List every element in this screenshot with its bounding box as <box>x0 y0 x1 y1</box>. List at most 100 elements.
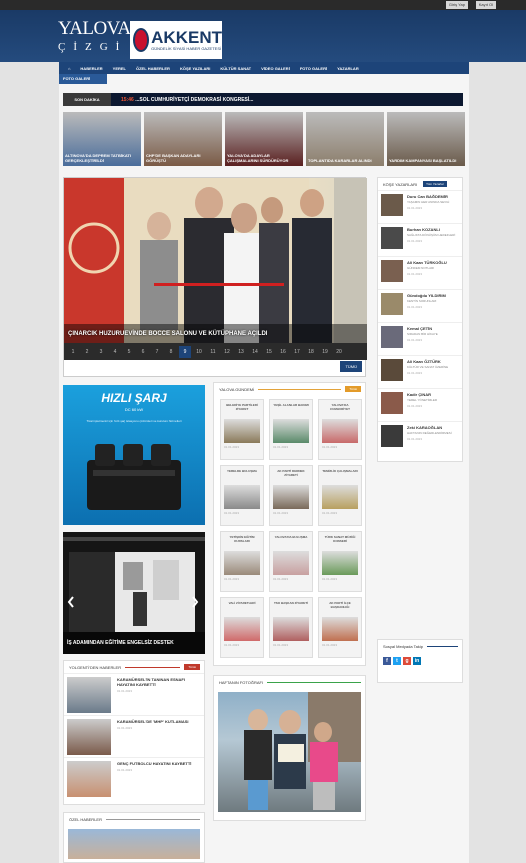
news-header: YOLGENTİ'DEN HABERLER Tümü <box>64 661 204 673</box>
gallery-card[interactable]: AK PARTİ DERNEK ZİYARETİ 01.01.2023 <box>269 465 313 526</box>
columnist-article-title: YAŞAMIN HER ANINDA SEVGİ <box>407 200 450 204</box>
gallery-card[interactable]: YERELDE BULUŞMA 01.01.2023 <box>220 465 264 526</box>
gallery-card-image <box>224 419 260 443</box>
columnist-row[interactable]: Gündoğdu YILDIRIM KENTİN SORUNLARI 01.01.2… <box>378 289 462 322</box>
nav-item-5[interactable]: KÜLTÜR SANAT <box>215 66 256 71</box>
columnist-row[interactable]: Ali Kaan ÖZTÜRK KÜLTÜR VE SANAT ÜZERİNE 01… <box>378 355 462 388</box>
slider-page-15[interactable]: 15 <box>263 346 275 358</box>
social-title: Sosyal Medyada Takip <box>383 643 423 649</box>
gallery-card-title: AK PARTİ DERNEK ZİYARETİ <box>277 469 305 477</box>
headline-card[interactable]: YARDIM KAMPANYASI BAŞLATILDI <box>387 112 465 166</box>
news-row[interactable]: KARAMÜRSEL'İN TANINAN ESNAFI HAYATINI KA… <box>64 673 204 715</box>
news-title: YOLGENTİ'DEN HABERLER <box>69 664 122 670</box>
nav-item-7[interactable]: FOTO GALERİ <box>295 66 332 71</box>
gallery-card[interactable]: TEMİZLİK ÇALIŞMALARI 01.01.2023 <box>318 465 362 526</box>
twitter-icon[interactable]: t <box>393 657 401 665</box>
yalova-cizgi-logo[interactable]: YALOVA ÇİZGİ <box>58 18 131 58</box>
slider-page-6[interactable]: 6 <box>137 346 149 358</box>
google-plus-icon[interactable]: g <box>403 657 411 665</box>
slider-page-2[interactable]: 2 <box>81 346 93 358</box>
ad-description: Ticari işletmeniz için hızlı şarj istasy… <box>86 419 182 423</box>
columnist-row[interactable]: Zeki KARAOĞLAN HAFTANIN DEĞERLENDİRMESİ 01… <box>378 421 462 454</box>
slider-page-10[interactable]: 10 <box>193 346 205 358</box>
slider-pager: 1 2 3 4 5 6 7 8 9 10 11 12 13 14 15 16 17 18 19 20 <box>64 343 367 360</box>
nav-item-3[interactable]: ÖZEL HABERLER <box>131 66 175 71</box>
columnist-row[interactable]: Burhan KOZANLI SAĞLIKTA DÖNÜŞÜM HEDEFLERİ… <box>378 223 462 256</box>
columnist-row[interactable]: Kemal ÇETİN SIRADAN BİR HİKAYE 01.01.2023 <box>378 322 462 355</box>
all-columnists-tab[interactable]: Tüm Yazarlar <box>423 181 447 187</box>
gallery-card[interactable]: VALİ ZİYARETLERİ 01.01.2023 <box>220 597 264 658</box>
linkedin-icon[interactable]: in <box>413 657 421 665</box>
photo-of-week-image[interactable] <box>218 692 361 812</box>
gallery-card[interactable]: YEŞİL ALANLAR BAKIMI 01.01.2023 <box>269 399 313 460</box>
columnist-text: Ali Kaan ÖZTÜRK KÜLTÜR VE SANAT ÜZERİNE 01… <box>407 359 448 385</box>
gallery-all-tag[interactable]: Tümü <box>345 386 361 392</box>
columnist-date: 01.01.2023 <box>407 239 423 243</box>
video-thumbnail <box>63 537 205 654</box>
nav-item-0[interactable]: ⌂ <box>63 66 75 71</box>
news-row[interactable]: KARAMÜRSEL'DE 'MHP' KUTLAMASI 01.01.2023 <box>64 715 204 757</box>
gallery-card[interactable]: YETİŞKİN EĞİTİM KURSLARI 01.01.2023 <box>220 531 264 592</box>
news-header-bar <box>125 666 181 668</box>
slider-page-4[interactable]: 4 <box>109 346 121 358</box>
gallery-card[interactable]: TSO BAŞKAN ZİYARETİ 01.01.2023 <box>269 597 313 658</box>
columnist-row[interactable]: Kadir ÇINAR YEREL YÖNETİMLER 01.01.2023 <box>378 388 462 421</box>
columnist-name: Zeki KARAOĞLAN <box>407 425 443 430</box>
gallery-card[interactable]: AK PARTİ İLÇE BAŞKANLIĞI 01.01.2023 <box>318 597 362 658</box>
headline-card[interactable]: CHP'DE BAŞKAN ADAYLARI GÖRÜŞTÜ <box>144 112 222 166</box>
slider-page-18[interactable]: 18 <box>305 346 317 358</box>
headline-caption: TOPLANTIDA KARARLAR ALINDI <box>308 158 372 163</box>
slider-page-16[interactable]: 16 <box>277 346 289 358</box>
nav-item-4[interactable]: KÖŞE YAZILARI <box>175 66 215 71</box>
gallery-card-date: 01.01.2023 <box>224 643 240 647</box>
gallery-card[interactable]: TÜRK SANAT MÜZİĞİ KONSERİ 01.01.2023 <box>318 531 362 592</box>
slider-image[interactable] <box>64 178 367 343</box>
slider-page-7[interactable]: 7 <box>151 346 163 358</box>
news-headline: GENÇ FUTBOLCU HAYATINI KAYBETTİ <box>117 761 192 766</box>
gallery-card-title: YETİŞKİN EĞİTİM KURSLARI <box>229 535 255 543</box>
nav-item-1[interactable]: HABERLER <box>75 66 107 71</box>
video-gallery[interactable]: İŞ ADAMINDAN EĞİTİME ENGELSİZ DESTEK <box>63 532 205 654</box>
nav-item-2[interactable]: YEREL <box>108 66 131 71</box>
slider-page-5[interactable]: 5 <box>123 346 135 358</box>
slider-page-19[interactable]: 19 <box>319 346 331 358</box>
akkent-logo[interactable]: AKKENT GÜNDELİK SİYASİ HABER GAZETESİ <box>130 21 222 59</box>
advertisement-banner[interactable]: HIZLI ŞARJ DC 60 kW Ticari işletmeniz iç… <box>63 385 205 525</box>
gallery-card[interactable]: BELEDİYE PARTİLERİ ZİYARET 01.01.2023 <box>220 399 264 460</box>
nav-photo-gallery[interactable]: FOTO GALERİ <box>59 74 107 84</box>
gallery-card[interactable]: YALOVA'DA BULUŞMA 01.01.2023 <box>269 531 313 592</box>
register-link[interactable]: Kayıt Ol <box>475 1 496 9</box>
news-row[interactable]: GENÇ FUTBOLCU HAYATINI KAYBETTİ 01.01.202… <box>64 757 204 799</box>
news-text: GENÇ FUTBOLCU HAYATINI KAYBETTİ 01.01.202… <box>111 761 191 796</box>
slider-page-20[interactable]: 20 <box>333 346 345 358</box>
slider-page-14[interactable]: 14 <box>249 346 261 358</box>
slider-page-17[interactable]: 17 <box>291 346 303 358</box>
facebook-icon[interactable]: f <box>383 657 391 665</box>
login-link[interactable]: Giriş Yap <box>445 1 468 9</box>
headline-card[interactable]: YALOVA'DA ADAYLAR ÇALIŞMALARINI SÜRDÜRÜY… <box>225 112 303 166</box>
slider-page-13[interactable]: 13 <box>235 346 247 358</box>
headline-card[interactable]: ALTINOVA'DA DEPREM TATBİKATI GERÇEKLEŞTİ… <box>63 112 141 166</box>
columnist-avatar <box>381 194 403 216</box>
slider-page-12[interactable]: 12 <box>221 346 233 358</box>
slider-caption[interactable]: ÇINARCIK HUZURUEVİNDE BOCCE SALONU VE KÜ… <box>68 331 267 337</box>
slider-page-3[interactable]: 3 <box>95 346 107 358</box>
news-all-tag[interactable]: Tümü <box>184 664 200 670</box>
gallery-header: YALOVA GÜNDEMİ Tümü <box>214 383 365 395</box>
nav-item-6[interactable]: VİDEO GALERİ <box>256 66 295 71</box>
gallery-card[interactable]: YALOVA'DA CUMHURİYET 01.01.2023 <box>318 399 362 460</box>
columnist-name: Kemal ÇETİN <box>407 326 433 331</box>
ticker-text[interactable]: 15:46 ...SOL CUMHURİYETÇİ DEMOKRASİ KONG… <box>121 97 253 103</box>
slider-page-9[interactable]: 9 <box>179 345 191 358</box>
headline-card[interactable]: TOPLANTIDA KARARLAR ALINDI <box>306 112 384 166</box>
columnist-row[interactable]: Ali Kaan TÜRKOĞLU GÜNDEM NOTLARI 01.01.202… <box>378 256 462 289</box>
slider-page-1[interactable]: 1 <box>67 346 79 358</box>
slider-page-8[interactable]: 8 <box>165 346 177 358</box>
nav-item-8[interactable]: YAZARLAR <box>332 66 364 71</box>
slider-all-button[interactable]: TÜMÜ <box>340 361 362 372</box>
gallery-card-date: 01.01.2023 <box>224 577 240 581</box>
ozel-header: ÖZEL HABERLER <box>64 813 204 825</box>
columnist-row[interactable]: Duru Can BAĞDEMİR YAŞAMIN HER ANINDA SEVG… <box>378 190 462 223</box>
ozel-thumbnail[interactable] <box>68 829 200 859</box>
slider-page-11[interactable]: 11 <box>207 346 219 358</box>
